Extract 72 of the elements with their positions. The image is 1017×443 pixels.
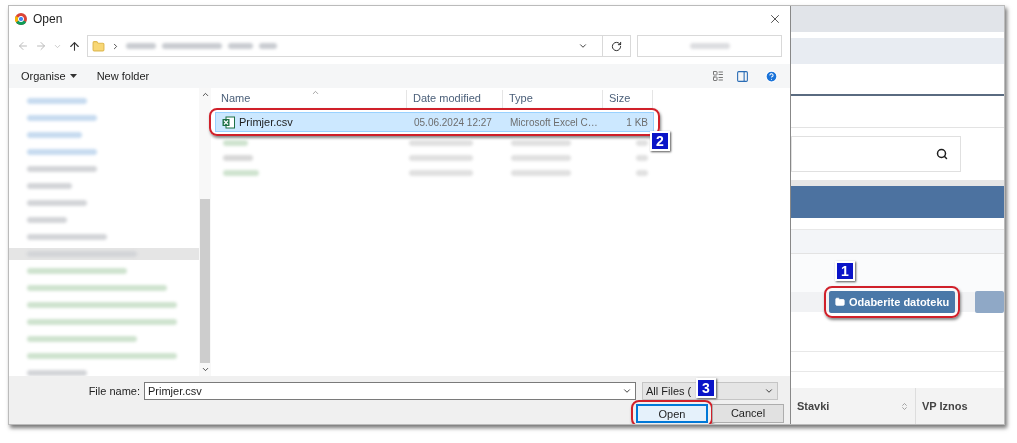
spreadsheet-file-icon xyxy=(222,115,235,129)
dropdown-icon[interactable] xyxy=(764,386,774,396)
dialog-button[interactable]: Cancel xyxy=(712,404,784,423)
new-folder-button[interactable]: New folder xyxy=(96,67,150,85)
help-icon[interactable] xyxy=(765,69,778,83)
file-row[interactable]: Primjer.csv 05.06.2024 12:27 Microsoft Excel C… 1 KB xyxy=(215,112,654,132)
search-field[interactable] xyxy=(791,136,961,172)
column-header[interactable]: VP Iznos xyxy=(916,388,974,424)
search-icon xyxy=(936,148,948,160)
file-name: Primjer.csv xyxy=(239,114,293,130)
choose-file-button[interactable]: Odaberite datoteku xyxy=(829,291,956,313)
file-type: Microsoft Excel C… xyxy=(509,115,599,130)
blurred-item xyxy=(126,43,156,49)
blurred-item xyxy=(162,43,222,49)
column-header[interactable]: Type xyxy=(503,90,603,108)
folder-icon xyxy=(92,39,105,53)
blurred-item xyxy=(511,170,571,176)
column-header[interactable]: Name xyxy=(215,90,407,108)
blurred-item xyxy=(27,132,82,138)
blurred-item xyxy=(689,43,730,49)
column-header[interactable]: Stavki xyxy=(797,397,830,415)
breadcrumb-chevron-icon xyxy=(111,41,120,51)
organise-menu[interactable]: Organise xyxy=(21,67,77,85)
close-icon[interactable] xyxy=(768,12,782,26)
blurred-item xyxy=(409,170,473,176)
blurred-item xyxy=(27,149,97,155)
blurred-item xyxy=(27,166,97,172)
preview-pane-icon[interactable] xyxy=(736,69,749,83)
refresh-icon[interactable] xyxy=(611,40,622,52)
file-name-field[interactable]: Primjer.csv xyxy=(144,382,636,400)
file-size: 1 KB xyxy=(625,115,649,130)
blurred-item xyxy=(636,140,648,146)
step-badge: 3 xyxy=(696,378,716,398)
dialog-button[interactable]: Open xyxy=(636,404,708,423)
column-header[interactable]: Date modified xyxy=(407,90,503,108)
step-badge: 1 xyxy=(835,261,855,281)
dropdown-icon[interactable] xyxy=(622,386,632,396)
scrollbar-thumb[interactable] xyxy=(200,199,210,363)
blurred-item xyxy=(228,43,253,49)
blurred-item xyxy=(27,217,67,223)
window-title: Open xyxy=(33,11,63,28)
blurred-item xyxy=(409,140,473,146)
dropdown-icon[interactable] xyxy=(578,41,588,51)
caret-icon xyxy=(69,74,77,78)
blurred-item xyxy=(259,43,277,49)
scroll-down-icon[interactable] xyxy=(200,365,210,374)
blurred-item xyxy=(223,155,253,161)
file-date: 05.06.2024 12:27 xyxy=(413,115,493,130)
sort-icon[interactable] xyxy=(900,401,909,411)
view-options-icon[interactable] xyxy=(712,70,724,82)
sort-ascending-icon xyxy=(311,88,320,97)
scroll-up-icon[interactable] xyxy=(200,90,210,99)
blurred-item xyxy=(27,370,87,376)
folder-icon xyxy=(835,297,845,307)
blurred-item xyxy=(27,200,87,206)
blurred-item xyxy=(511,155,571,161)
blurred-item xyxy=(409,155,473,161)
step-badge: 2 xyxy=(650,131,670,151)
blurred-item xyxy=(27,115,97,121)
scrollbar[interactable] xyxy=(199,88,211,376)
blurred-item xyxy=(511,140,571,146)
search-field[interactable] xyxy=(637,35,782,57)
up-icon[interactable] xyxy=(68,39,81,53)
column-header[interactable]: Size xyxy=(603,90,653,108)
blurred-item xyxy=(223,170,259,176)
file-name-label: File name: xyxy=(87,383,141,399)
browser-logo-icon xyxy=(15,13,27,25)
blurred-item xyxy=(636,170,648,176)
blurred-item xyxy=(27,183,72,189)
blurred-item xyxy=(27,98,87,104)
blurred-item xyxy=(636,155,648,161)
blurred-item xyxy=(223,140,248,146)
